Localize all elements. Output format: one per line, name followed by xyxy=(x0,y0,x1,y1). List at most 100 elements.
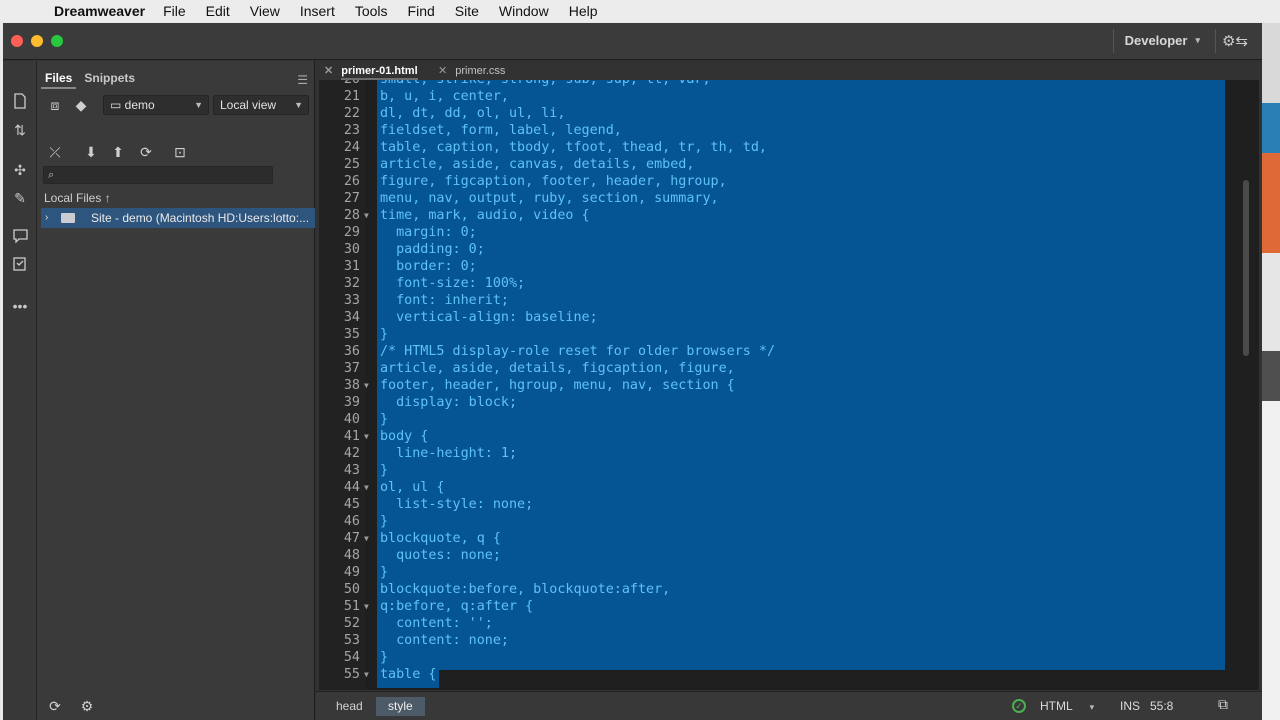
code-line[interactable]: 45 list-style: none; xyxy=(319,496,1259,513)
menu-edit[interactable]: Edit xyxy=(206,3,230,19)
view-select[interactable]: Local view ▼ xyxy=(213,95,309,115)
language-select[interactable]: HTML ▾ xyxy=(1040,699,1094,713)
expand-collapse-icon[interactable]: ✣ xyxy=(11,161,29,179)
code-line[interactable]: 48 quotes: none; xyxy=(319,547,1259,564)
panel-menu-icon[interactable]: ☰ xyxy=(297,73,308,87)
comment-icon[interactable] xyxy=(11,229,29,247)
code-line[interactable]: 32 font-size: 100%; xyxy=(319,275,1259,292)
line-number: 21 xyxy=(343,89,360,104)
code-line[interactable]: 39 display: block; xyxy=(319,394,1259,411)
code-line[interactable]: 43} xyxy=(319,462,1259,479)
get-files-icon[interactable]: ⬇ xyxy=(81,142,101,162)
line-number: 32 xyxy=(343,276,360,291)
git-icon[interactable]: ◆ xyxy=(71,95,91,115)
minimize-window-button[interactable] xyxy=(31,35,43,47)
insert-mode[interactable]: INS xyxy=(1120,699,1140,713)
line-number: 20 xyxy=(319,80,360,88)
code-line[interactable]: 30 padding: 0; xyxy=(319,241,1259,258)
code-line[interactable]: 21 b, u, i, center, xyxy=(319,88,1259,105)
code-line[interactable]: 27 menu, nav, output, ruby, section, summ… xyxy=(319,190,1259,207)
code-line[interactable]: 53 content: none; xyxy=(319,632,1259,649)
files-search-input[interactable]: ⌕ xyxy=(43,166,273,184)
menu-insert[interactable]: Insert xyxy=(300,3,335,19)
code-line[interactable]: 42 line-height: 1; xyxy=(319,445,1259,462)
code-editor[interactable]: 20 small, strike, strong, sub, sup, tt, v… xyxy=(319,80,1259,690)
code-line[interactable]: 26 figure, figcaption, footer, header, hg… xyxy=(319,173,1259,190)
code-line[interactable]: 35} xyxy=(319,326,1259,343)
tab-primer-01-html[interactable]: ✕ primer-01.html xyxy=(324,64,418,80)
workspace-switcher[interactable]: Developer ▾ xyxy=(1125,33,1200,48)
code-line[interactable]: 22 dl, dt, dd, ol, ul, li, xyxy=(319,105,1259,122)
tab-primer-css[interactable]: ✕ primer.css xyxy=(438,64,505,77)
code-line[interactable]: 29 margin: 0; xyxy=(319,224,1259,241)
code-line[interactable]: 36 /* HTML5 display-role reset for older … xyxy=(319,343,1259,360)
no-errors-check-icon[interactable]: ✓ xyxy=(1012,699,1026,713)
code-line[interactable]: 55 ▼ table { xyxy=(319,666,1259,683)
fold-toggle-icon[interactable]: ▼ xyxy=(364,207,369,224)
tag-selector-style[interactable]: style xyxy=(376,697,425,716)
site-select[interactable]: ▭ demo ▼ xyxy=(103,95,209,115)
site-settings-icon[interactable]: ⚙ xyxy=(77,696,97,716)
code-line[interactable]: 34 vertical-align: baseline; xyxy=(319,309,1259,326)
code-line[interactable]: 37 article, aside, details, figcaption, f… xyxy=(319,360,1259,377)
code-line[interactable]: 23 fieldset, form, label, legend, xyxy=(319,122,1259,139)
menu-window[interactable]: Window xyxy=(499,3,549,19)
code-line[interactable]: 47 ▼ blockquote, q { xyxy=(319,530,1259,547)
close-tab-icon[interactable]: ✕ xyxy=(324,65,333,77)
more-tools-icon[interactable]: ••• xyxy=(11,297,29,315)
menu-tools[interactable]: Tools xyxy=(355,3,388,19)
code-line[interactable]: 52 content: ''; xyxy=(319,615,1259,632)
menu-find[interactable]: Find xyxy=(408,3,435,19)
code-line[interactable]: 28 ▼ time, mark, audio, video { xyxy=(319,207,1259,224)
close-window-button[interactable] xyxy=(11,35,23,47)
tab-snippets[interactable]: Snippets xyxy=(80,71,139,89)
connect-icon[interactable]: ⧈ xyxy=(45,95,65,115)
cursor-position: 55:8 xyxy=(1150,699,1174,713)
fold-toggle-icon[interactable]: ▼ xyxy=(364,598,369,615)
tag-selector-head[interactable]: head xyxy=(324,697,375,716)
code-line[interactable]: 51 ▼ q:before, q:after { xyxy=(319,598,1259,615)
code-line[interactable]: 40} xyxy=(319,411,1259,428)
code-line[interactable]: 46} xyxy=(319,513,1259,530)
code-line[interactable]: 24 table, caption, tbody, tfoot, thead, t… xyxy=(319,139,1259,156)
menu-help[interactable]: Help xyxy=(569,3,598,19)
zoom-window-button[interactable] xyxy=(51,35,63,47)
menu-view[interactable]: View xyxy=(250,3,280,19)
close-tab-icon[interactable]: ✕ xyxy=(438,65,447,77)
refresh-icon[interactable]: ⟳ xyxy=(136,142,156,162)
local-files-header[interactable]: Local Files ↑ xyxy=(44,191,111,205)
fold-toggle-icon[interactable]: ▼ xyxy=(364,479,369,496)
code-line[interactable]: 33 font: inherit; xyxy=(319,292,1259,309)
live-preview-icon[interactable]: ⧉ xyxy=(1218,696,1228,713)
code-line[interactable]: 31 border: 0; xyxy=(319,258,1259,275)
put-files-icon[interactable]: ⬆ xyxy=(108,142,128,162)
vertical-scrollbar[interactable] xyxy=(1243,180,1249,356)
menu-file[interactable]: File xyxy=(163,3,186,19)
tab-files[interactable]: Files xyxy=(41,71,77,89)
file-management-icon[interactable]: ⇅ xyxy=(11,121,29,139)
refresh-icon[interactable]: ⟳ xyxy=(45,696,65,716)
code-line[interactable]: 25 article, aside, canvas, details, embed… xyxy=(319,156,1259,173)
sync-settings-gear-icon[interactable]: ⚙⇆ xyxy=(1222,32,1248,50)
validate-icon[interactable] xyxy=(11,257,29,275)
code-text: blockquote:before, blockquote:after, xyxy=(380,582,671,597)
disconnect-icon[interactable]: ⤫ xyxy=(45,142,65,162)
code-line[interactable]: 20 small, strike, strong, sub, sup, tt, v… xyxy=(319,80,1259,88)
site-root-row[interactable]: › Site - demo (Macintosh HD:Users:lotto:… xyxy=(41,208,315,228)
menu-site[interactable]: Site xyxy=(455,3,479,19)
code-line[interactable]: 49} xyxy=(319,564,1259,581)
code-line[interactable]: 50 blockquote:before, blockquote:after, xyxy=(319,581,1259,598)
fold-toggle-icon[interactable]: ▼ xyxy=(364,377,369,394)
code-line[interactable]: 54} xyxy=(319,649,1259,666)
fold-toggle-icon[interactable]: ▼ xyxy=(364,428,369,445)
open-documents-icon[interactable] xyxy=(11,93,29,111)
fold-toggle-icon[interactable]: ▼ xyxy=(364,666,369,683)
brush-icon[interactable]: ✎ xyxy=(11,189,29,207)
code-line[interactable]: 44 ▼ ol, ul { xyxy=(319,479,1259,496)
code-line[interactable]: 38 ▼ footer, header, hgroup, menu, nav, se… xyxy=(319,377,1259,394)
code-line[interactable]: 41 ▼ body { xyxy=(319,428,1259,445)
app-menu[interactable]: Dreamweaver xyxy=(54,3,145,19)
chevron-right-icon[interactable]: › xyxy=(45,208,48,228)
expand-view-icon[interactable]: ⊡ xyxy=(170,142,190,162)
fold-toggle-icon[interactable]: ▼ xyxy=(364,530,369,547)
